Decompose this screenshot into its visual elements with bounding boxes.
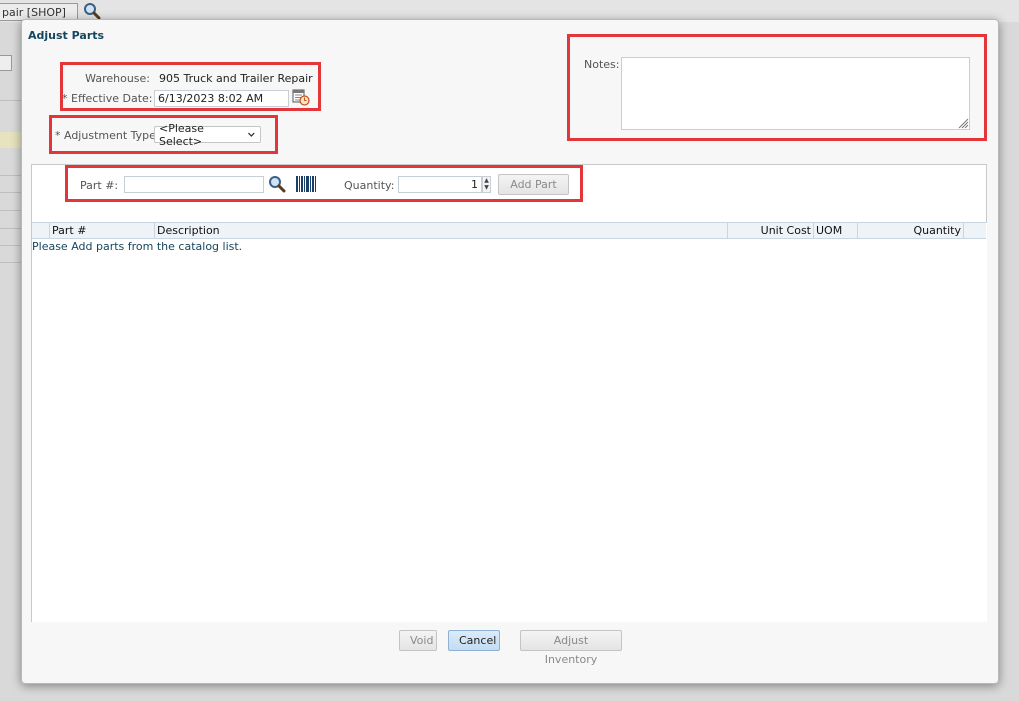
warehouse-value: 905 Truck and Trailer Repair	[159, 72, 313, 85]
dialog-title: Adjust Parts	[28, 29, 105, 42]
add-part-button[interactable]: Add Part	[498, 174, 569, 195]
grid-header-spacer	[32, 223, 50, 239]
column-header-description[interactable]: Description	[155, 223, 728, 239]
quantity-label: Quantity:	[344, 179, 395, 192]
adjustment-type-label: * Adjustment Type:	[55, 129, 160, 142]
background-row	[0, 132, 22, 148]
adjust-inventory-button[interactable]: Adjust Inventory	[520, 630, 622, 666]
adjustment-type-value: <Please Select>	[159, 121, 204, 148]
barcode-icon[interactable]	[295, 175, 317, 196]
notes-label: Notes:	[584, 58, 620, 71]
column-header-quantity[interactable]: Quantity	[858, 223, 964, 239]
adjustment-type-select[interactable]: <Please Select>	[154, 122, 261, 148]
part-number-input[interactable]	[124, 176, 264, 193]
chevron-down-icon	[248, 132, 255, 137]
search-icon[interactable]	[268, 175, 286, 196]
background-row	[0, 100, 22, 101]
adjust-parts-dialog: Adjust Parts Warehouse: 905 Truck and Tr…	[21, 19, 999, 684]
warehouse-label: Warehouse:	[85, 72, 150, 85]
background-row	[0, 192, 22, 193]
background-row	[0, 245, 22, 246]
notes-textarea[interactable]	[621, 57, 970, 130]
effective-date-label: * Effective Date:	[62, 92, 153, 105]
grid-empty-message: Please Add parts from the catalog list.	[32, 240, 243, 253]
background-row	[0, 175, 22, 176]
grid-header: Part # Description Unit Cost UOM Quantit…	[32, 223, 986, 239]
cancel-button[interactable]: Cancel	[448, 630, 500, 651]
quantity-input[interactable]	[398, 176, 482, 193]
part-number-label: Part #:	[80, 179, 119, 192]
background-checkbox	[0, 55, 12, 71]
notes-container	[621, 57, 970, 130]
resize-grip-icon[interactable]	[957, 117, 969, 129]
effective-date-input[interactable]	[154, 90, 289, 107]
void-button[interactable]: Void	[399, 630, 437, 651]
calendar-clock-icon[interactable]	[292, 88, 310, 109]
background-row	[0, 262, 22, 263]
column-header-part-number[interactable]: Part #	[50, 223, 155, 239]
grid-header-scroll-spacer	[964, 223, 986, 239]
column-header-unit-cost[interactable]: Unit Cost	[728, 223, 814, 239]
spinner-down-icon[interactable]: ▼	[483, 184, 490, 191]
background-row	[0, 228, 22, 229]
parts-grid: Part # Description Unit Cost UOM Quantit…	[32, 222, 987, 622]
column-header-uom[interactable]: UOM	[814, 223, 858, 239]
spinner-up-icon[interactable]: ▲	[483, 177, 490, 184]
background-row	[0, 210, 22, 211]
quantity-stepper[interactable]: ▲ ▼	[482, 176, 491, 193]
parts-panel: Part #: Quantity: ▲ ▼ Add Part Part #	[31, 164, 987, 622]
